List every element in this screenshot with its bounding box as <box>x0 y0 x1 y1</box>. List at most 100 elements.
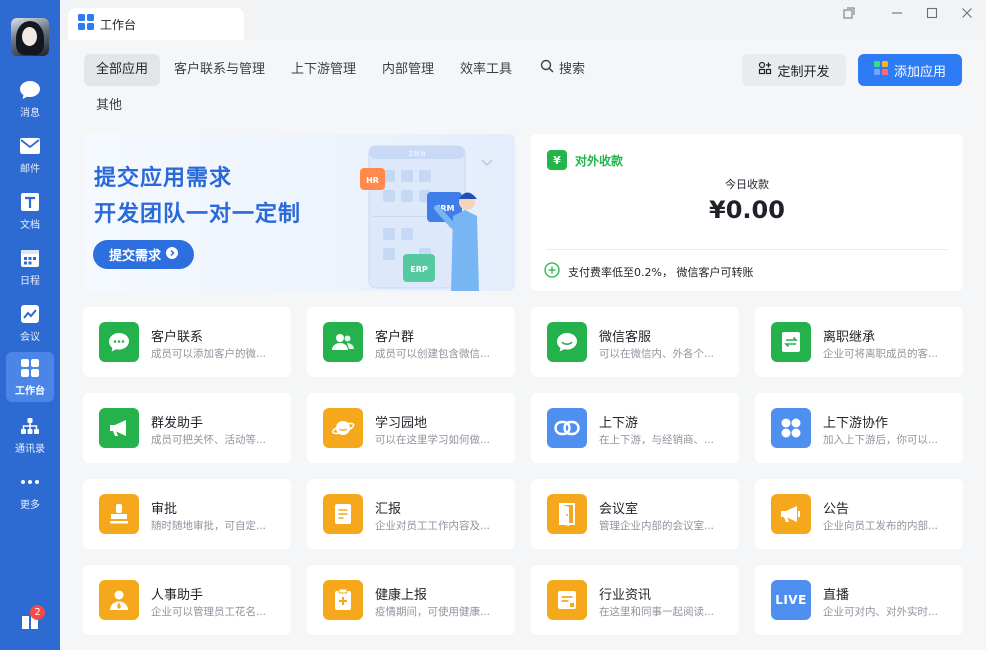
app-name: 客户联系 <box>151 330 204 345</box>
app-desc: 企业可以管理员工花名... <box>151 606 267 618</box>
submit-request-label: 提交需求 <box>108 249 161 264</box>
app-name: 客户群 <box>375 330 415 345</box>
live-icon: LIVE <box>771 580 811 620</box>
news-icon <box>547 580 587 620</box>
search-button[interactable]: 搜索 <box>528 54 597 86</box>
app-meeting-room[interactable]: 会议室 管理企业内部的会议室... <box>531 479 739 549</box>
apps-colorful-icon <box>873 61 888 79</box>
sidebar-item-label: 会议 <box>20 332 40 343</box>
minimize-icon[interactable] <box>886 4 908 22</box>
app-name: 人事助手 <box>151 588 204 603</box>
app-name: 健康上报 <box>375 588 428 603</box>
app-customer-contact[interactable]: 客户联系 成员可以添加客户的微... <box>83 307 291 377</box>
category-other[interactable]: 其他 <box>84 90 134 122</box>
app-name: 汇报 <box>375 502 402 517</box>
app-desc: 加入上下游后，你可以... <box>823 434 939 446</box>
app-health-report[interactable]: 健康上报 疫情期间，可使用健康... <box>307 565 515 635</box>
sidebar-item-meeting[interactable]: 会议 <box>0 302 60 352</box>
sidebar-item-messages[interactable]: 消息 <box>0 78 60 128</box>
close-icon[interactable] <box>956 4 978 22</box>
app-desc: 管理企业内部的会议室... <box>599 520 715 532</box>
app-name: 上下游 <box>599 416 639 431</box>
planet-icon <box>323 408 363 448</box>
sidebar-item-schedule[interactable]: 日程 <box>0 246 60 296</box>
app-resignation-inherit[interactable]: 离职继承 企业可将离职成员的客... <box>755 307 963 377</box>
link-icon <box>547 408 587 448</box>
custom-dev-icon <box>758 61 772 79</box>
add-app-button[interactable]: 添加应用 <box>858 54 962 86</box>
app-name: 学习园地 <box>375 416 428 431</box>
hr-tag: HR <box>366 176 379 185</box>
submit-request-button[interactable]: 提交需求 <box>93 240 194 269</box>
category-supply-chain[interactable]: 上下游管理 <box>279 54 368 86</box>
app-desc: 企业向员工发布的内部... <box>823 520 939 532</box>
app-name: 微信客服 <box>599 330 652 345</box>
app-announcement[interactable]: 公告 企业向员工发布的内部... <box>755 479 963 549</box>
payments-note-text: 支付费率低至0.2%， 微信客户可转账 <box>568 265 754 279</box>
sidebar-item-label: 文档 <box>20 220 40 231</box>
megaphone-icon <box>99 408 139 448</box>
grid-icon <box>78 14 94 34</box>
today-receipts-amount: ¥0.00 <box>709 196 785 224</box>
today-receipts-label: 今日收款 <box>725 178 769 191</box>
app-industry-news[interactable]: 行业资讯 在这里和同事一起阅读... <box>531 565 739 635</box>
app-desc: 随时随地审批，可自定... <box>151 520 267 532</box>
chevron-down-icon <box>481 152 493 171</box>
app-live[interactable]: LIVE 直播 企业可对内、对外实时... <box>755 565 963 635</box>
app-desc: 在这里和同事一起阅读... <box>599 606 715 618</box>
app-approval[interactable]: 审批 随时随地审批，可自定... <box>83 479 291 549</box>
app-learning-garden[interactable]: 学习园地 可以在这里学习如何做... <box>307 393 515 463</box>
erp-tag: ERP <box>410 265 428 274</box>
app-supply-chain[interactable]: 上下游 在上下游，与经销商、... <box>531 393 739 463</box>
category-internal[interactable]: 内部管理 <box>370 54 446 86</box>
category-all[interactable]: 全部应用 <box>84 54 161 86</box>
app-desc: 可以在这里学习如何做... <box>375 434 491 446</box>
tab-workbench[interactable]: 工作台 <box>68 8 244 40</box>
report-icon <box>323 494 363 534</box>
custom-dev-button[interactable]: 定制开发 <box>742 54 846 86</box>
app-supply-chain-collab[interactable]: 上下游协作 加入上下游后，你可以... <box>755 393 963 463</box>
sidebar-item-label: 通讯录 <box>15 444 45 455</box>
app-name: 公告 <box>823 502 850 517</box>
payments-title: 对外收款 <box>575 153 624 168</box>
app-desc: 成员可把关怀、活动等... <box>151 434 267 446</box>
sidebar-item-more[interactable]: 更多 <box>0 470 60 520</box>
app-mass-message[interactable]: 群发助手 成员可把关怀、活动等... <box>83 393 291 463</box>
sidebar-item-workbench[interactable]: 工作台 <box>6 352 54 402</box>
app-hr-assistant[interactable]: 人事助手 企业可以管理员工花名... <box>83 565 291 635</box>
four-dots-icon <box>771 408 811 448</box>
sidebar-item-mail[interactable]: 邮件 <box>0 134 60 184</box>
app-desc: 成员可以创建包含微信... <box>375 348 491 360</box>
avatar[interactable] <box>11 18 49 56</box>
arrow-circle-icon <box>166 246 178 263</box>
app-desc: 企业可将离职成员的客... <box>823 348 939 360</box>
category-efficiency[interactable]: 效率工具 <box>448 54 524 86</box>
app-name: 行业资讯 <box>599 588 652 603</box>
sidebar-item-label: 邮件 <box>20 164 40 175</box>
app-name: 会议室 <box>599 502 639 517</box>
add-app-label: 添加应用 <box>893 64 946 80</box>
payments-card[interactable]: ¥ 对外收款 今日收款 ¥0.00 支付费率低至0.2%， 微信客户可转账 <box>531 134 963 291</box>
plus-circle-icon <box>544 262 560 281</box>
category-customer[interactable]: 客户联系与管理 <box>162 54 277 86</box>
app-report[interactable]: 汇报 企业对员工工作内容及... <box>307 479 515 549</box>
app-name: 直播 <box>823 588 850 603</box>
calendar-icon <box>20 246 40 270</box>
sidebar-item-docs[interactable]: 文档 <box>0 190 60 240</box>
popout-icon[interactable] <box>838 4 860 22</box>
banner-title: 提交应用需求 <box>94 166 233 191</box>
app-desc: 在上下游，与经销商、... <box>599 434 715 446</box>
maximize-icon[interactable] <box>921 4 943 22</box>
custom-dev-banner[interactable]: 提交应用需求 开发团队一对一定制 提交需求 工作台 HR CRM ERP <box>83 134 515 291</box>
envelope-icon <box>19 134 41 158</box>
app-customer-group[interactable]: 客户群 成员可以创建包含微信... <box>307 307 515 377</box>
app-wechat-service[interactable]: 微信客服 可以在微信内、外各个... <box>531 307 739 377</box>
door-icon <box>547 494 587 534</box>
app-desc: 企业对员工工作内容及... <box>375 520 491 532</box>
app-desc: 企业可对内、对外实时... <box>823 606 939 618</box>
ellipsis-icon <box>20 470 40 494</box>
sidebar: 消息 邮件 文档 日程 会议 工作台 通讯录 更多 2 <box>0 0 60 650</box>
grid-icon <box>20 356 40 380</box>
sidebar-item-contacts[interactable]: 通讯录 <box>0 414 60 464</box>
sidebar-item-label: 工作台 <box>15 386 45 397</box>
